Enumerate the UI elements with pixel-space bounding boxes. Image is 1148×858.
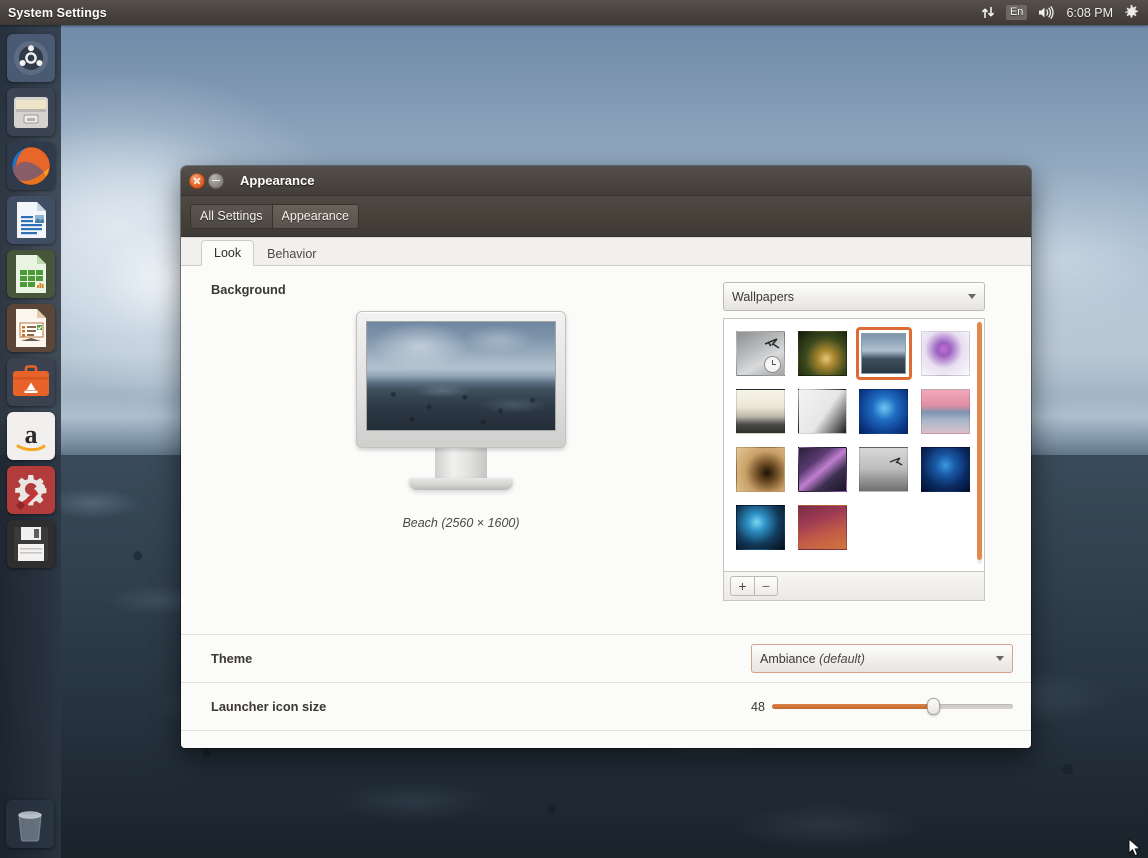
tab-strip: Look Behavior: [181, 238, 1031, 266]
wallpaper-thumb-10[interactable]: [794, 443, 851, 496]
wallpaper-thumb-8[interactable]: [917, 385, 974, 438]
gear-icon[interactable]: [1124, 5, 1139, 20]
window-body: Look Behavior Background Beach (2560 × 1…: [181, 237, 1031, 748]
monitor-screen: [366, 321, 556, 431]
wallpaper-thumb-11[interactable]: [856, 443, 913, 496]
launcher-item-libreoffice-impress[interactable]: [6, 304, 55, 352]
wallpaper-thumb-6[interactable]: [794, 385, 851, 438]
thumb-image: [797, 389, 847, 434]
launcher-item-system-settings[interactable]: [6, 466, 55, 514]
launcher-item-trash[interactable]: [6, 800, 54, 848]
wallpaper-source-label: Wallpapers: [732, 289, 795, 304]
monitor-preview: Beach (2560 × 1600): [211, 311, 711, 530]
launcher-item-ubuntu-software-center[interactable]: [6, 358, 55, 406]
indicator-area: En 6:08 PM: [981, 5, 1148, 20]
launcher-item-libreoffice-writer[interactable]: [6, 196, 55, 244]
theme-default-suffix: (default): [819, 651, 865, 666]
wallpaper-thumb-1[interactable]: [732, 327, 789, 380]
wallpaper-grid-frame: [723, 318, 985, 571]
wallpaper-thumb-5[interactable]: [732, 385, 789, 438]
content-bottom-divider: [181, 730, 1031, 748]
wallpaper-thumb-12[interactable]: [917, 443, 974, 496]
window-titlebar[interactable]: Appearance: [181, 166, 1031, 196]
background-section: Background Beach (2560 × 1600) Wallpaper…: [181, 266, 1031, 634]
volume-icon[interactable]: [1038, 6, 1055, 19]
keyboard-layout-indicator[interactable]: En: [1005, 5, 1028, 20]
wallpaper-thumb-13[interactable]: [732, 501, 789, 554]
background-heading: Background: [211, 282, 286, 297]
thumb-image: [859, 447, 909, 492]
thumb-image: [797, 331, 847, 376]
thumb-image: [921, 447, 971, 492]
clock-badge-icon: [763, 356, 781, 373]
wallpaper-thumb-14[interactable]: [794, 501, 851, 554]
launcher-icon-size-value: 48: [751, 699, 765, 714]
tab-look[interactable]: Look: [201, 240, 255, 266]
wallpaper-thumb-2[interactable]: [794, 327, 851, 380]
wallpaper-grid: [724, 319, 984, 562]
background-preview-area: Background Beach (2560 × 1600): [211, 282, 711, 634]
scrollbar-thumb[interactable]: [977, 322, 982, 560]
tab-behavior[interactable]: Behavior: [254, 241, 329, 266]
window-toolbar: All Settings Appearance: [181, 196, 1031, 237]
theme-label: Theme: [211, 651, 253, 666]
top-panel: System Settings En 6:08 PM: [0, 0, 1148, 25]
window-title: Appearance: [240, 173, 315, 188]
wallpaper-thumb-9[interactable]: [732, 443, 789, 496]
theme-name: Ambiance: [760, 651, 816, 666]
launcher-icon-size-control: 48: [751, 698, 1013, 715]
thumb-image: [735, 389, 785, 434]
chevron-down-icon: [996, 656, 1004, 661]
thumb-image: [735, 331, 785, 376]
thumb-image: [735, 505, 785, 550]
look-tab-content: Background Beach (2560 × 1600) Wallpaper…: [181, 266, 1031, 748]
monitor-base: [409, 478, 513, 490]
wallpaper-thumb-4[interactable]: [917, 327, 974, 380]
wallpaper-actions: + −: [723, 571, 985, 601]
wallpaper-scrollbar[interactable]: [977, 322, 982, 564]
launcher-item-amazon[interactable]: a: [6, 412, 55, 460]
thumb-image: [861, 333, 907, 374]
launcher-item-save-disk[interactable]: [6, 520, 55, 568]
add-wallpaper-button[interactable]: +: [730, 576, 754, 596]
thumb-image: [921, 331, 971, 376]
theme-value: Ambiance (default): [760, 652, 996, 666]
monitor-neck: [435, 448, 487, 478]
thumb-image: [859, 389, 909, 434]
close-icon[interactable]: [189, 172, 205, 189]
theme-row: Theme Ambiance (default): [181, 634, 1031, 682]
theme-select[interactable]: Ambiance (default): [751, 644, 1013, 673]
thumb-image: [797, 447, 847, 492]
svg-text:a: a: [24, 420, 37, 449]
chevron-down-icon: [968, 294, 976, 299]
unity-launcher: a: [0, 25, 61, 858]
launcher-item-firefox[interactable]: [6, 142, 55, 190]
launcher-item-libreoffice-calc[interactable]: [6, 250, 55, 298]
wallpaper-chooser: Wallpapers + −: [723, 282, 985, 634]
wallpaper-source-select[interactable]: Wallpapers: [723, 282, 985, 311]
launcher-item-dash-home[interactable]: [6, 34, 55, 82]
network-updown-icon[interactable]: [981, 6, 995, 19]
thumb-image: [797, 505, 847, 550]
minimize-icon[interactable]: [208, 172, 224, 189]
all-settings-button[interactable]: All Settings: [190, 203, 272, 229]
launcher-icon-size-slider[interactable]: [771, 698, 1013, 715]
clock-indicator[interactable]: 6:08 PM: [1066, 6, 1113, 20]
mouse-cursor: [1128, 837, 1142, 858]
thumb-image: [735, 447, 785, 492]
panel-app-title: System Settings: [8, 5, 107, 20]
appearance-button[interactable]: Appearance: [271, 203, 359, 229]
thumb-image: [921, 389, 971, 434]
appearance-window: Appearance All Settings Appearance Look …: [181, 166, 1031, 748]
remove-wallpaper-button[interactable]: −: [754, 576, 778, 596]
slider-fill: [771, 704, 934, 709]
launcher-item-files[interactable]: [6, 88, 55, 136]
wallpaper-thumb-3[interactable]: [855, 327, 913, 380]
monitor-frame: [356, 311, 566, 448]
slider-knob[interactable]: [926, 698, 940, 715]
launcher-icon-size-label: Launcher icon size: [211, 699, 327, 714]
launcher-icon-size-row: Launcher icon size 48: [181, 682, 1031, 730]
wallpaper-thumb-7[interactable]: [856, 385, 913, 438]
wallpaper-caption: Beach (2560 × 1600): [402, 516, 520, 530]
